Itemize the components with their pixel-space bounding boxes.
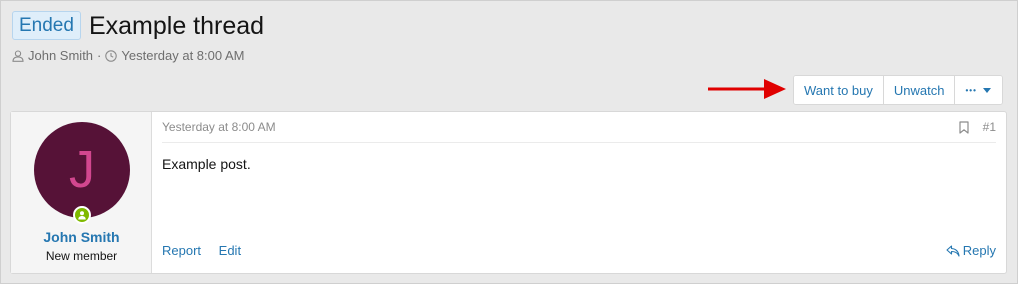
- thread-title-row: Ended Example thread: [12, 11, 264, 40]
- want-to-buy-button[interactable]: Want to buy: [794, 76, 884, 104]
- more-dots: •••: [965, 85, 977, 95]
- reply-icon: [946, 244, 960, 257]
- reply-button[interactable]: Reply: [946, 243, 996, 258]
- post-date[interactable]: Yesterday at 8:00 AM: [162, 120, 276, 134]
- post-main: Yesterday at 8:00 AM #1 Example post. Re…: [152, 112, 1006, 273]
- avatar-letter: J: [69, 141, 95, 199]
- report-link[interactable]: Report: [162, 243, 201, 258]
- caret-down-icon: [982, 88, 991, 93]
- post-user-title: New member: [45, 249, 118, 263]
- thread-date[interactable]: Yesterday at 8:00 AM: [121, 48, 244, 63]
- thread-meta: John Smith · Yesterday at 8:00 AM: [12, 48, 245, 63]
- online-status-icon: [73, 206, 91, 224]
- thread-action-buttons: Want to buy Unwatch •••: [793, 75, 1003, 105]
- post-body: Example post.: [162, 156, 251, 172]
- post-user-panel: J John Smith New member: [11, 112, 152, 273]
- thread-prefix-label[interactable]: Ended: [12, 11, 81, 40]
- thread-author[interactable]: John Smith: [28, 48, 93, 63]
- annotation-arrow: [708, 79, 786, 99]
- post-header: Yesterday at 8:00 AM #1: [162, 112, 996, 143]
- post-card: J John Smith New member Yesterday at 8:0…: [10, 111, 1007, 274]
- edit-link[interactable]: Edit: [219, 243, 241, 258]
- bookmark-icon[interactable]: [959, 120, 969, 134]
- thread-title: Example thread: [88, 11, 265, 40]
- post-header-actions: #1: [959, 120, 996, 134]
- unwatch-button[interactable]: Unwatch: [883, 76, 956, 104]
- reply-label: Reply: [962, 243, 996, 258]
- clock-icon: [105, 49, 118, 62]
- user-icon: [12, 49, 24, 62]
- post-footer: Report Edit Reply: [162, 243, 996, 258]
- post-username[interactable]: John Smith: [11, 229, 152, 245]
- more-options-button[interactable]: •••: [955, 76, 1002, 104]
- post-number[interactable]: #1: [983, 120, 996, 134]
- avatar[interactable]: J: [34, 122, 130, 218]
- meta-separator: ·: [97, 48, 102, 63]
- post-actions: Report Edit: [162, 243, 255, 258]
